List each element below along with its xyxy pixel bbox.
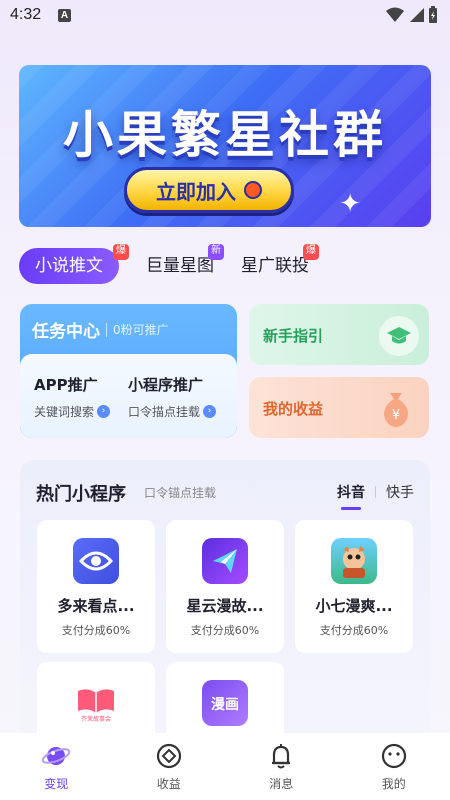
- miniprogram-card[interactable]: 小七漫爽... 支付分成60%: [295, 520, 413, 653]
- nav-earnings[interactable]: 收益: [113, 733, 226, 800]
- chevron-right-icon: ›: [203, 405, 217, 418]
- option-desc-row: 口令描点挂载 ›: [128, 403, 217, 420]
- my-income-card[interactable]: 我的收益 ¥: [249, 377, 429, 438]
- battery-icon: [429, 6, 437, 23]
- task-center-header: 任务中心 0粉可推广: [32, 317, 169, 342]
- planet-icon: [41, 747, 71, 765]
- face-icon: [381, 743, 406, 769]
- program-share: 支付分成60%: [61, 624, 131, 637]
- tab-douyin[interactable]: 抖音: [337, 482, 365, 510]
- option-desc-row: 关键词搜索 ›: [34, 403, 111, 420]
- new-badge: 新: [208, 244, 224, 260]
- tab-label: 星广联投: [241, 256, 309, 276]
- button-dot-icon: [244, 181, 262, 199]
- miniprogram-card[interactable]: 多来看点... 支付分成60%: [37, 520, 155, 653]
- sparkle-icon: ✦: [339, 189, 361, 219]
- community-banner[interactable]: 小果繁星社群 立即加入 ✦: [19, 65, 431, 227]
- hot-badge: 爆: [113, 244, 129, 260]
- nav-label: 变现: [44, 777, 69, 791]
- star-plane-icon: [202, 538, 248, 584]
- miniprogram-card[interactable]: 星云漫故... 支付分成60%: [166, 520, 284, 653]
- platform-tabs: 抖音 快手: [337, 482, 414, 510]
- bottom-navigation: 变现 收益 消息 我的: [0, 733, 450, 800]
- money-bag-icon: ¥: [375, 387, 417, 429]
- miniprogram-promo-option[interactable]: 小程序推广 口令描点挂载 ›: [128, 374, 217, 420]
- signal-icon: [410, 8, 424, 22]
- eye-icon: [73, 538, 119, 584]
- nav-monetize[interactable]: 变现: [0, 733, 113, 800]
- option-desc: 关键词搜索: [34, 405, 95, 419]
- manga-icon-caption: 漫画: [211, 696, 239, 713]
- book-icon-caption: 芥茉故事会: [81, 715, 111, 723]
- section-subtitle: 口令锚点挂载: [144, 486, 217, 500]
- income-label: 我的收益: [263, 400, 324, 418]
- banner-button-wrap: 立即加入: [124, 167, 294, 213]
- graduation-cap-icon: [379, 316, 419, 356]
- program-name: 多来看点...: [57, 597, 135, 615]
- nav-profile[interactable]: 我的: [338, 733, 450, 800]
- nav-label: 消息: [269, 777, 294, 791]
- notification-icon: A: [58, 9, 71, 22]
- banner-title: 小果繁星社群: [63, 106, 387, 164]
- status-icons: [386, 6, 438, 24]
- hot-miniprograms-section: 热门小程序 口令锚点挂载 抖音 快手 多来看点... 支付分成60% 星云漫故.…: [20, 460, 430, 795]
- nav-messages[interactable]: 消息: [225, 733, 338, 800]
- program-share: 支付分成60%: [190, 624, 260, 637]
- task-center-card[interactable]: 任务中心 0粉可推广 APP推广 关键词搜索 › 小程序推广 口令描点挂载 ›: [20, 304, 237, 438]
- guide-label: 新手指引: [263, 327, 324, 345]
- program-name: 小七漫爽...: [315, 597, 393, 615]
- program-share: 支付分成60%: [319, 624, 389, 637]
- tab-label: 巨量星图: [146, 256, 214, 276]
- join-now-button[interactable]: 立即加入: [124, 167, 294, 213]
- chevron-right-icon: ›: [97, 405, 111, 418]
- program-name: 星云漫故...: [186, 597, 264, 615]
- tab-novel-promo[interactable]: 小说推文 爆: [19, 244, 129, 284]
- divider: [375, 486, 376, 498]
- category-tabs: 小说推文 爆 巨量星图 新 星广联投 爆: [19, 244, 336, 286]
- yuan-symbol: ¥: [392, 408, 400, 423]
- wifi-icon: [386, 7, 404, 22]
- option-desc: 口令描点挂载: [128, 405, 201, 419]
- coin-icon: [156, 743, 181, 769]
- nav-label: 我的: [381, 777, 406, 791]
- hot-badge: 爆: [303, 244, 319, 260]
- mascot-icon: [331, 538, 377, 584]
- manga-icon: 漫画: [202, 680, 248, 726]
- task-options: APP推广 关键词搜索 › 小程序推广 口令描点挂载 ›: [20, 354, 237, 438]
- status-time: 4:32: [10, 6, 42, 23]
- tab-label: 小说推文: [35, 256, 103, 276]
- beginner-guide-card[interactable]: 新手指引: [249, 304, 429, 365]
- task-center-subtitle: 0粉可推广: [113, 323, 169, 337]
- tab-star-map[interactable]: 巨量星图 新: [146, 244, 224, 284]
- status-bar: 4:32 A: [0, 0, 450, 32]
- option-title: APP推广: [34, 376, 98, 394]
- bell-icon: [272, 744, 291, 769]
- app-promo-option[interactable]: APP推广 关键词搜索 ›: [34, 374, 111, 420]
- join-now-label: 立即加入: [156, 179, 236, 204]
- task-center-title: 任务中心: [32, 322, 100, 342]
- option-title: 小程序推广: [128, 376, 204, 394]
- section-title: 热门小程序: [36, 484, 126, 505]
- tab-kuaishou[interactable]: 快手: [386, 482, 414, 502]
- tab-star-ad[interactable]: 星广联投 爆: [241, 244, 319, 284]
- book-icon: 芥茉故事会: [73, 680, 119, 726]
- nav-label: 收益: [156, 777, 181, 791]
- divider: [106, 322, 107, 337]
